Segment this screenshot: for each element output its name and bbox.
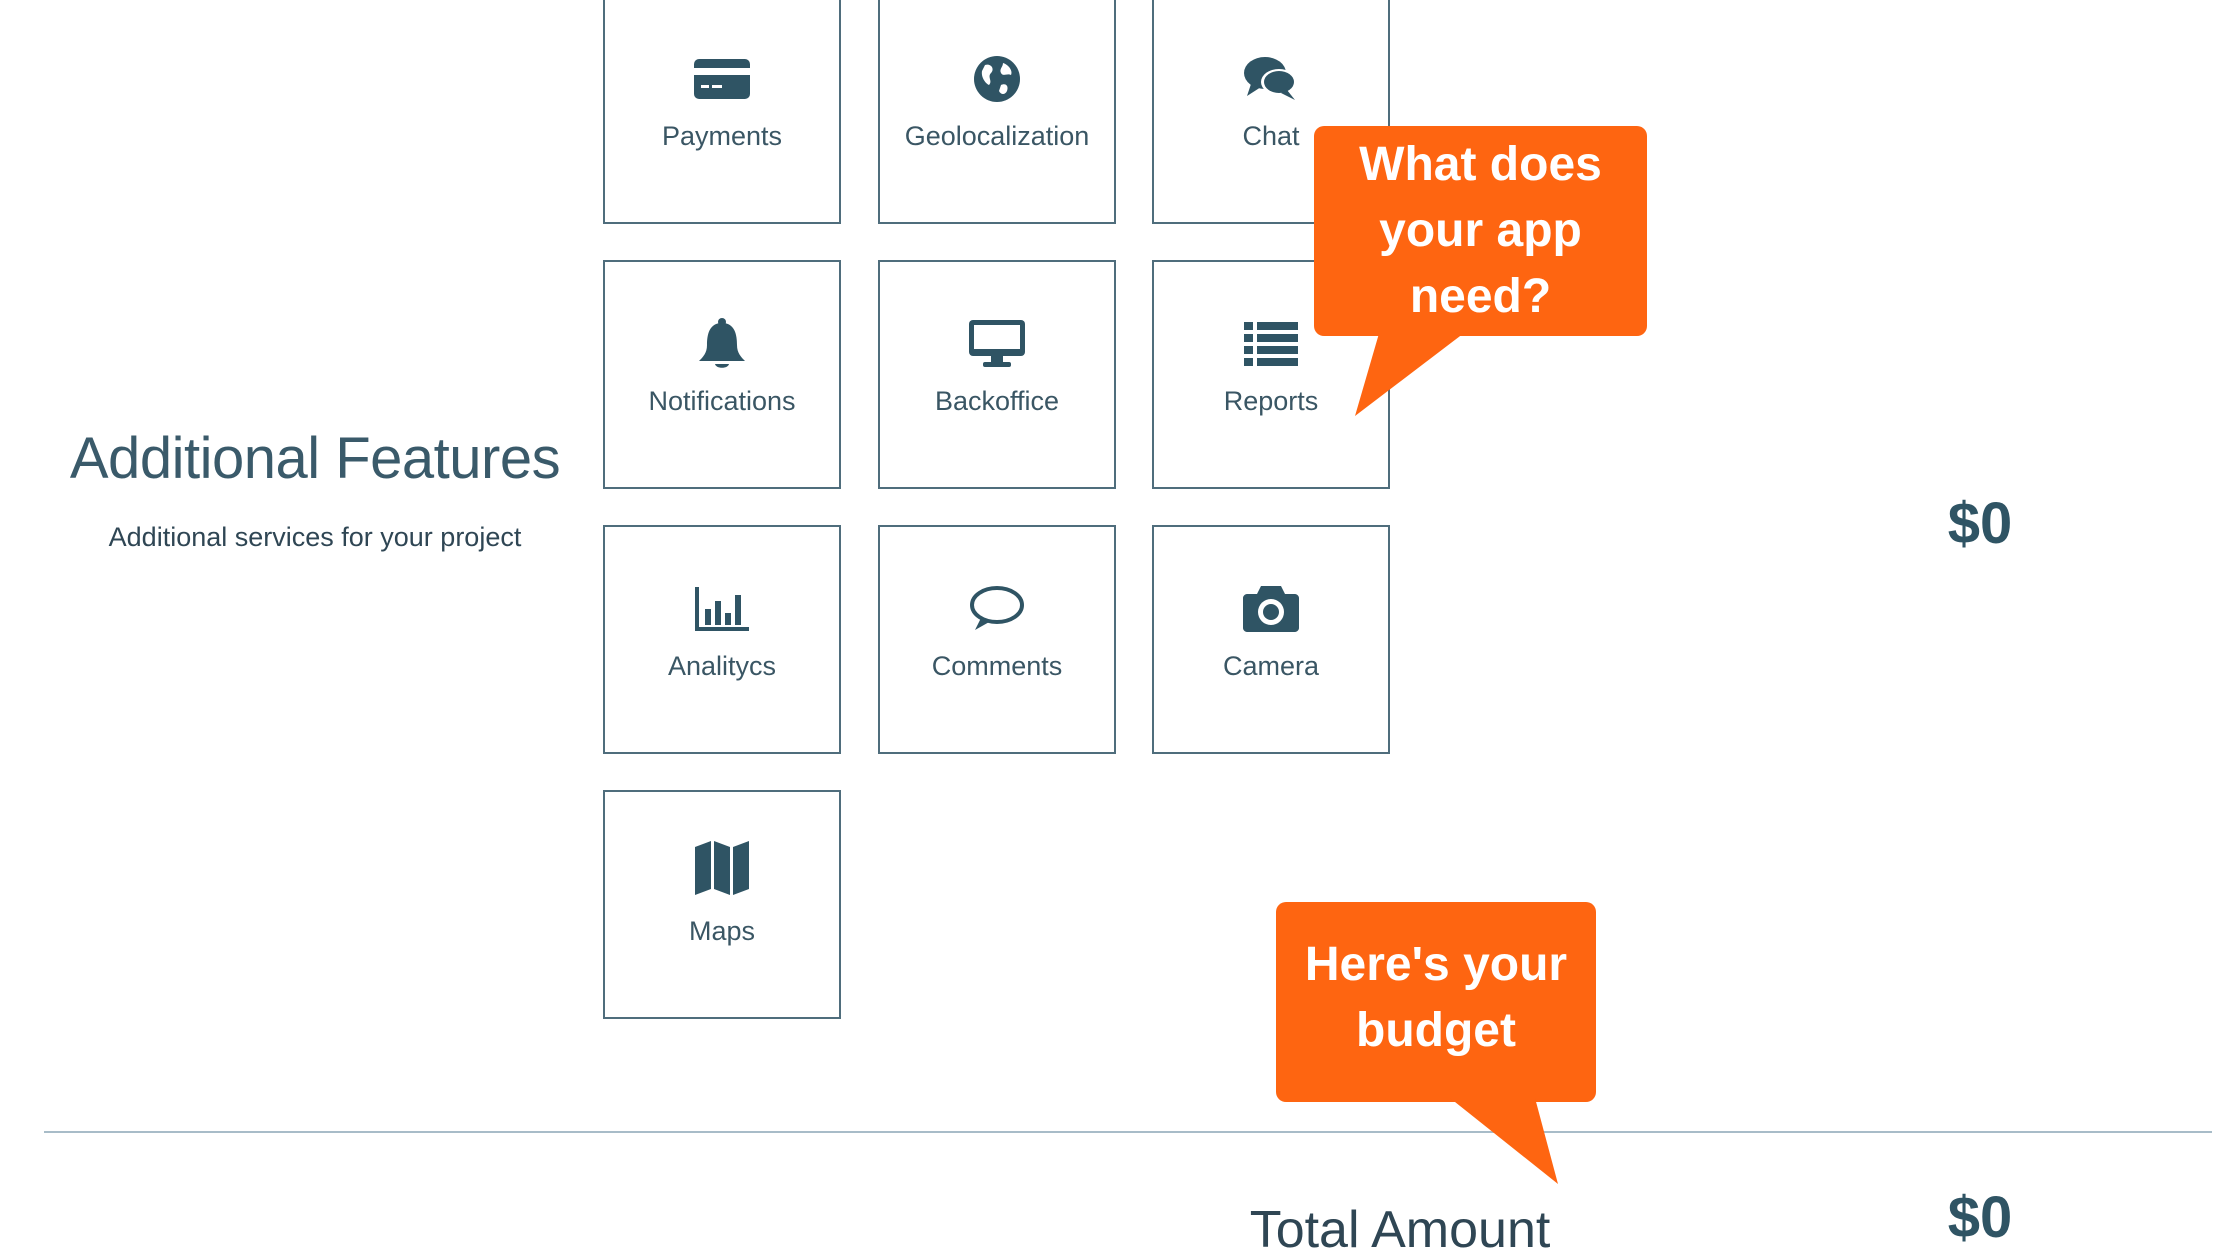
speech-bubble-icon (880, 579, 1114, 639)
total-label: Total Amount (1249, 1201, 1551, 1259)
feature-label: Comments (931, 651, 1063, 681)
feature-label: Backoffice (934, 386, 1060, 416)
features-callout-line: What does (1359, 138, 1602, 191)
credit-card-icon (605, 49, 839, 109)
feature-payments[interactable]: Payments (603, 0, 841, 224)
budget-callout-line: budget (1356, 1004, 1516, 1057)
bar-chart-icon (605, 579, 839, 639)
camera-icon (1154, 579, 1388, 639)
section-subtitle: Additional services for your project (108, 522, 522, 552)
features-callout-line: your app (1379, 204, 1582, 257)
feature-label: Camera (1222, 651, 1320, 681)
budget-callout-line: Here's your (1304, 938, 1568, 991)
bell-icon (605, 314, 839, 374)
features-callout-tail (1355, 330, 1468, 416)
divider (44, 1131, 2212, 1133)
feature-label: Maps (688, 916, 756, 946)
chat-bubbles-icon (1154, 49, 1388, 109)
budget-callout: Here's your budget (1276, 902, 1596, 1102)
feature-backoffice[interactable]: Backoffice (878, 260, 1116, 489)
features-callout-line: need? (1409, 270, 1552, 323)
feature-label: Analitycs (667, 651, 777, 681)
feature-comments[interactable]: Comments (878, 525, 1116, 754)
features-callout: What does your app need? (1314, 126, 1647, 336)
section-title: Additional Features (69, 426, 561, 491)
feature-notifications[interactable]: Notifications (603, 260, 841, 489)
feature-camera[interactable]: Camera (1152, 525, 1390, 754)
feature-label: Notifications (648, 386, 796, 416)
budget-callout-tail (1450, 1098, 1558, 1184)
monitor-icon (880, 314, 1114, 374)
feature-maps[interactable]: Maps (603, 790, 841, 1019)
globe-icon (880, 49, 1114, 109)
map-icon (605, 838, 839, 898)
feature-label: Payments (661, 121, 783, 151)
feature-geolocalization[interactable]: Geolocalization (878, 0, 1116, 224)
feature-label: Geolocalization (904, 121, 1090, 151)
feature-analytics[interactable]: Analitycs (603, 525, 841, 754)
section-price: $0 (1947, 491, 2013, 556)
total-price: $0 (1947, 1185, 2013, 1250)
